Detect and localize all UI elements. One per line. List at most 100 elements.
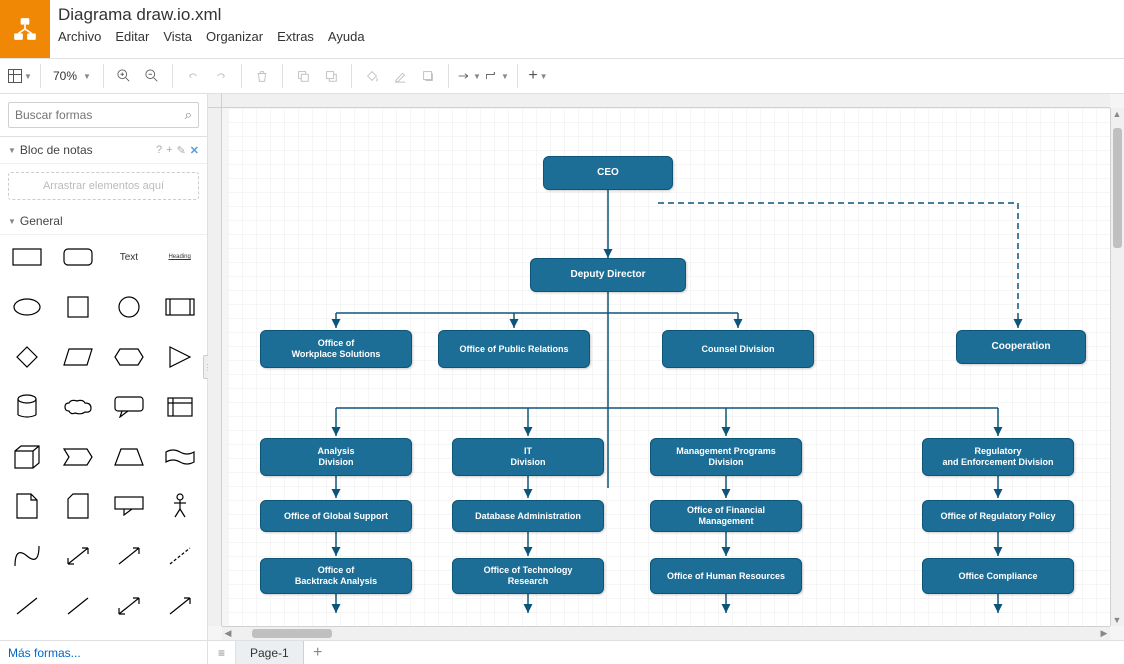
help-icon[interactable]: ? [156,144,162,157]
trash-icon [255,69,269,83]
node-ceo[interactable]: CEO [543,156,673,190]
to-front-button[interactable] [291,64,315,88]
zoom-in-button[interactable] [112,64,136,88]
shape-heading[interactable]: Heading [158,243,201,271]
shape-process[interactable] [158,293,201,321]
insert-button[interactable]: +▼ [526,64,550,88]
shape-curve[interactable] [6,542,49,570]
scratchpad-dropzone[interactable]: Arrastrar elementos aquí [8,172,199,200]
zoom-out-icon [145,69,159,83]
shape-biarrow[interactable] [57,542,100,570]
shapes-palette: Text Heading [0,235,207,640]
node-mgmt[interactable]: Management Programs Division [650,438,802,476]
shape-internal-storage[interactable] [158,393,201,421]
shape-note[interactable] [6,492,49,520]
node-orp[interactable]: Office of Regulatory Policy [922,500,1074,532]
fill-color-button[interactable] [360,64,384,88]
connection-button[interactable]: ▼ [457,64,481,88]
add-page-button[interactable]: + [304,641,332,664]
shape-arrow[interactable] [108,542,151,570]
scratchpad-header[interactable]: ▼ Bloc de notas ? + ✎ ✕ [0,137,207,164]
shape-hexagon[interactable] [108,343,151,371]
shape-arrow2[interactable] [158,592,201,620]
shape-callout[interactable] [108,393,151,421]
node-counsel[interactable]: Counsel Division [662,330,814,368]
close-icon[interactable]: ✕ [190,144,199,157]
node-cooperation[interactable]: Cooperation [956,330,1086,364]
line-color-button[interactable] [388,64,412,88]
node-it[interactable]: IT Division [452,438,604,476]
node-otr[interactable]: Office of Technology Research [452,558,604,594]
menu-view[interactable]: Vista [163,29,192,44]
pencil-icon [393,69,407,83]
waypoints-icon [485,70,499,82]
tabs-menu-button[interactable]: ≡ [208,641,236,664]
node-ofm[interactable]: Office of Financial Management [650,500,802,532]
node-analysis[interactable]: Analysis Division [260,438,412,476]
scrollbar-vertical[interactable]: ▲▼ [1110,108,1124,626]
node-deputy[interactable]: Deputy Director [530,258,686,292]
shape-biarrow2[interactable] [108,592,151,620]
node-opr[interactable]: Office of Public Relations [438,330,590,368]
menu-edit[interactable]: Editar [115,29,149,44]
zoom-out-button[interactable] [140,64,164,88]
shape-triangle[interactable] [158,343,201,371]
sidebar: ⌕ ▼ Bloc de notas ? + ✎ ✕ Arrastrar elem… [0,94,208,640]
view-grid-button[interactable]: ▼ [8,64,32,88]
zoom-dropdown[interactable]: 70%▼ [49,69,95,83]
more-shapes-link[interactable]: Más formas... [0,641,208,664]
undo-button[interactable] [181,64,205,88]
shape-step[interactable] [57,443,100,471]
add-icon[interactable]: + [166,144,172,157]
menu-file[interactable]: Archivo [58,29,101,44]
node-reg[interactable]: Regulatory and Enforcement Division [922,438,1074,476]
node-ogs[interactable]: Office of Global Support [260,500,412,532]
menu-help[interactable]: Ayuda [328,29,365,44]
shadow-button[interactable] [416,64,440,88]
shape-square[interactable] [57,293,100,321]
shape-tape[interactable] [158,443,201,471]
shape-ellipse[interactable] [6,293,49,321]
shape-rounded-rectangle[interactable] [57,243,100,271]
shape-cube[interactable] [6,443,49,471]
shape-circle[interactable] [108,293,151,321]
menu-extras[interactable]: Extras [277,29,314,44]
canvas[interactable]: ⋮ [208,94,1124,640]
waypoints-button[interactable]: ▼ [485,64,509,88]
shape-diamond[interactable] [6,343,49,371]
shape-rectangle[interactable] [6,243,49,271]
shape-text[interactable]: Text [108,243,151,271]
node-wps[interactable]: Office of Workplace Solutions [260,330,412,368]
shape-dashed[interactable] [158,542,201,570]
header: Diagrama draw.io.xml Archivo Editar Vist… [0,0,1124,58]
shape-line2[interactable] [57,592,100,620]
shape-actor[interactable] [158,492,201,520]
shape-card[interactable] [57,492,100,520]
page-tab[interactable]: Page-1 [236,641,304,664]
undo-icon [186,69,200,83]
edit-icon[interactable]: ✎ [177,144,186,157]
scrollbar-horizontal[interactable]: ◀▶ [222,626,1110,640]
ruler-corner [208,94,222,108]
redo-button[interactable] [209,64,233,88]
shape-cylinder[interactable] [6,393,49,421]
shape-line1[interactable] [6,592,49,620]
to-back-button[interactable] [319,64,343,88]
node-oc[interactable]: Office Compliance [922,558,1074,594]
menu-arrange[interactable]: Organizar [206,29,263,44]
node-oba[interactable]: Office of Backtrack Analysis [260,558,412,594]
document-title[interactable]: Diagrama draw.io.xml [58,0,1124,29]
shape-trapezoid[interactable] [108,443,151,471]
node-dba[interactable]: Database Administration [452,500,604,532]
app-logo[interactable] [0,0,50,58]
search-shapes[interactable]: ⌕ [8,102,199,128]
diagram-page[interactable]: CEO Deputy Director Cooperation Office o… [228,108,1110,626]
search-input[interactable] [15,108,185,122]
drawio-logo-icon [12,16,38,42]
shape-cloud[interactable] [57,393,100,421]
shape-callout2[interactable] [108,492,151,520]
general-header[interactable]: ▼ General [0,208,207,235]
shape-parallelogram[interactable] [57,343,100,371]
delete-button[interactable] [250,64,274,88]
node-ohr[interactable]: Office of Human Resources [650,558,802,594]
